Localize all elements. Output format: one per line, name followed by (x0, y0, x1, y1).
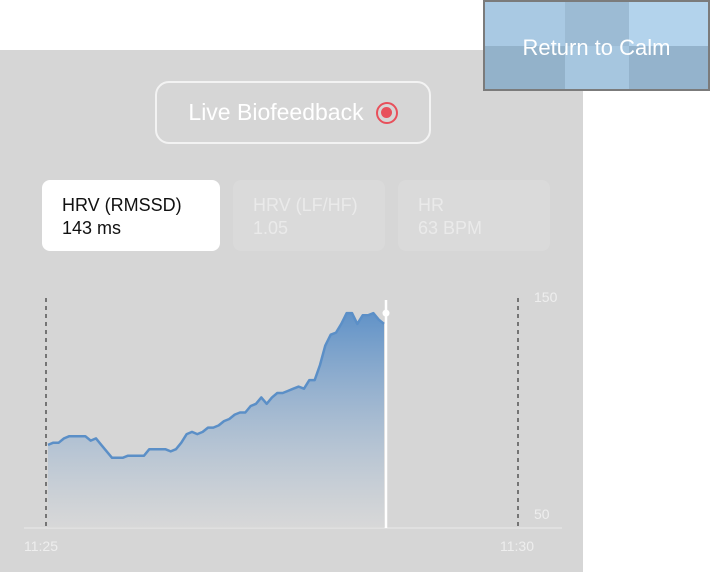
return-to-calm-label: Return to Calm (522, 35, 671, 60)
y-tick-max: 150 (534, 289, 558, 305)
y-tick-min: 50 (534, 506, 550, 522)
return-to-calm-button[interactable]: Return to Calm (483, 0, 710, 91)
x-tick-start: 11:25 (24, 538, 58, 554)
cursor-point (382, 309, 390, 317)
hrv-area (48, 313, 384, 528)
x-tick-end: 11:30 (500, 538, 534, 554)
